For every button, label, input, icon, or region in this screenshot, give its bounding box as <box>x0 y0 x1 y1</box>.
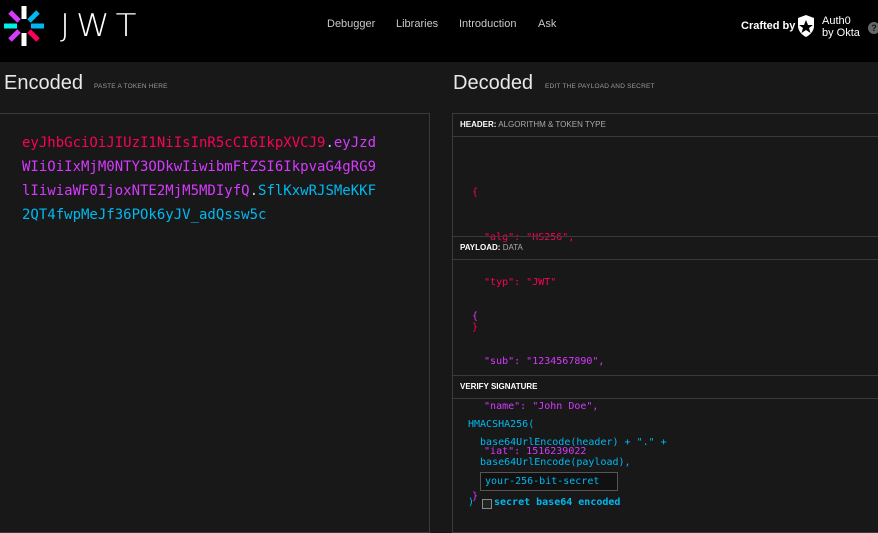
payload-section-label: PAYLOAD: DATA <box>452 236 878 260</box>
verify-label: VERIFY SIGNATURE <box>460 382 538 391</box>
nav-introduction[interactable]: Introduction <box>459 18 516 30</box>
sig-function: HMACSHA256( <box>468 419 535 430</box>
crafted-by-label: Crafted by <box>741 20 796 32</box>
top-navbar: JWT Debugger Libraries Introduction Ask … <box>0 0 878 62</box>
header-section-label: HEADER: ALGORITHM & TOKEN TYPE <box>452 113 878 137</box>
token-header-part: eyJhbGciOiJIUzI1NiIsInR5cCI6IkpXVCJ9 <box>22 135 326 151</box>
encoded-token-text[interactable]: eyJhbGciOiJIUzI1NiIsInR5cCI6IkpXVCJ9.eyJ… <box>22 131 382 227</box>
header-label: HEADER: <box>460 120 497 129</box>
brand-line-1: Auth0 <box>822 15 851 27</box>
auth0-shield-icon[interactable] <box>796 14 816 38</box>
encoded-subtitle: PASTE A TOKEN HERE <box>94 83 168 90</box>
nav-debugger[interactable]: Debugger <box>327 18 375 30</box>
auth0-brand[interactable]: Auth0 by Okta <box>822 15 860 39</box>
sig-line-2: base64UrlEncode(payload), <box>468 457 631 468</box>
code-line: "name": "John Doe", <box>472 401 599 412</box>
encoded-title: Encoded <box>4 72 83 94</box>
help-icon[interactable]: ? <box>868 22 878 34</box>
payload-desc: DATA <box>502 243 523 252</box>
nav-libraries[interactable]: Libraries <box>396 18 438 30</box>
header-desc: ALGORITHM & TOKEN TYPE <box>498 120 606 129</box>
verify-section-label: VERIFY SIGNATURE <box>452 375 878 399</box>
token-dot: . <box>325 135 334 151</box>
code-line: { <box>472 311 479 322</box>
base64-checkbox[interactable] <box>482 499 492 509</box>
sig-close: ) <box>468 497 475 508</box>
decoded-subtitle: EDIT THE PAYLOAD AND SECRET <box>545 83 655 90</box>
decoded-title: Decoded <box>453 72 534 94</box>
nav-ask[interactable]: Ask <box>538 18 556 30</box>
payload-label: PAYLOAD: <box>460 243 501 252</box>
secret-input[interactable] <box>480 472 618 491</box>
base64-label[interactable]: secret base64 encoded <box>494 497 620 508</box>
logo-wordmark[interactable]: JWT <box>60 8 142 45</box>
sig-line-1: base64UrlEncode(header) + "." + <box>468 437 667 448</box>
code-line: { <box>472 187 479 198</box>
brand-line-2: by Okta <box>822 27 860 39</box>
token-dot: . <box>249 183 259 199</box>
jwt-logo-icon[interactable] <box>2 4 46 48</box>
code-line: "sub": "1234567890", <box>472 356 605 367</box>
